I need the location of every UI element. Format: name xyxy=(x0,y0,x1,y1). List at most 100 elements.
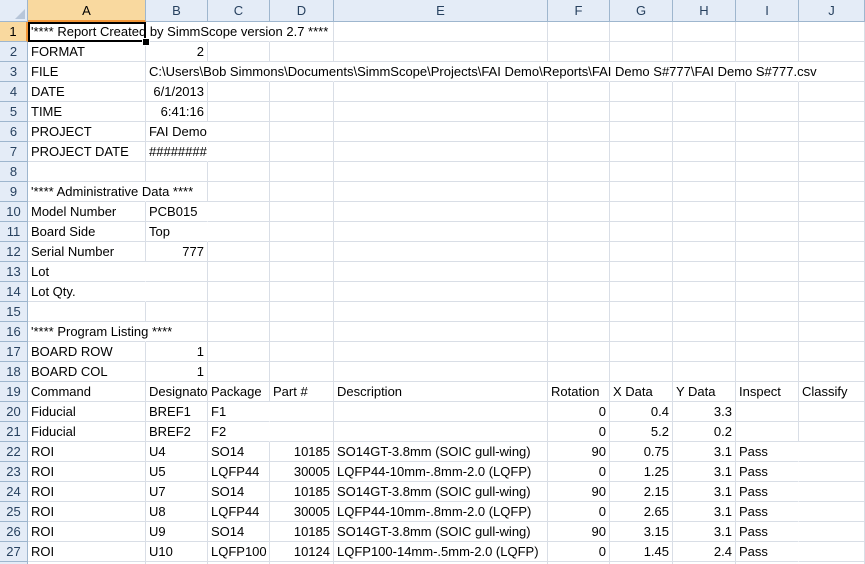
cell-c12[interactable] xyxy=(208,242,270,262)
cell-f11[interactable] xyxy=(548,222,610,242)
cell-e17[interactable] xyxy=(334,342,548,362)
row-header[interactable]: 25 xyxy=(0,502,28,522)
cell-c16[interactable] xyxy=(208,322,270,342)
cell-j24[interactable] xyxy=(799,482,865,502)
cell-c27[interactable]: LQFP100 xyxy=(208,542,270,562)
cell-e21[interactable] xyxy=(334,422,548,442)
cell-g23[interactable]: 1.25 xyxy=(610,462,673,482)
cell-b10[interactable]: PCB015 xyxy=(146,202,208,222)
cell-a6[interactable]: PROJECT xyxy=(28,122,146,142)
cell-j2[interactable] xyxy=(799,42,865,62)
cell-h11[interactable] xyxy=(673,222,736,242)
cell-g24[interactable]: 2.15 xyxy=(610,482,673,502)
row-header[interactable]: 27 xyxy=(0,542,28,562)
cell-e24[interactable]: SO14GT-3.8mm (SOIC gull-wing) xyxy=(334,482,548,502)
column-header-a[interactable]: A xyxy=(28,0,146,22)
cell-f6[interactable] xyxy=(548,122,610,142)
cell-e2[interactable] xyxy=(334,42,548,62)
row-header[interactable]: 18 xyxy=(0,362,28,382)
cell-d9[interactable] xyxy=(270,182,334,202)
cell-c13[interactable] xyxy=(208,262,270,282)
cell-h14[interactable] xyxy=(673,282,736,302)
cell-e15[interactable] xyxy=(334,302,548,322)
cell-h23[interactable]: 3.1 xyxy=(673,462,736,482)
cell-f5[interactable] xyxy=(548,102,610,122)
cell-h2[interactable] xyxy=(673,42,736,62)
cell-c14[interactable] xyxy=(208,282,270,302)
cell-g10[interactable] xyxy=(610,202,673,222)
column-header-i[interactable]: I xyxy=(736,0,799,22)
cell-a1[interactable]: '**** Report Created by SimmScope versio… xyxy=(28,22,328,42)
cell-a9[interactable]: '**** Administrative Data **** xyxy=(28,182,193,202)
cell-h19[interactable]: Y Data xyxy=(673,382,736,402)
cell-j18[interactable] xyxy=(799,362,865,382)
cell-b11[interactable]: Top xyxy=(146,222,208,242)
cell-i2[interactable] xyxy=(736,42,799,62)
cell-g27[interactable]: 1.45 xyxy=(610,542,673,562)
cell-i7[interactable] xyxy=(736,142,799,162)
cell-f4[interactable] xyxy=(548,82,610,102)
cell-f26[interactable]: 90 xyxy=(548,522,610,542)
cell-d18[interactable] xyxy=(270,362,334,382)
cell-c6[interactable] xyxy=(208,122,270,142)
cell-e9[interactable] xyxy=(334,182,548,202)
cell-d23[interactable]: 30005 xyxy=(270,462,334,482)
cell-h27[interactable]: 2.4 xyxy=(673,542,736,562)
cell-i18[interactable] xyxy=(736,362,799,382)
cell-b13[interactable] xyxy=(146,262,208,282)
cell-d11[interactable] xyxy=(270,222,334,242)
cell-f14[interactable] xyxy=(548,282,610,302)
cell-f25[interactable]: 0 xyxy=(548,502,610,522)
column-header-f[interactable]: F xyxy=(548,0,610,22)
column-header-h[interactable]: H xyxy=(673,0,736,22)
cell-b22[interactable]: U4 xyxy=(146,442,208,462)
row-header[interactable]: 5 xyxy=(0,102,28,122)
cell-a10[interactable]: Model Number xyxy=(28,202,146,222)
cell-h24[interactable]: 3.1 xyxy=(673,482,736,502)
row-header[interactable]: 12 xyxy=(0,242,28,262)
cell-b7[interactable]: ######## xyxy=(146,142,208,162)
cell-e6[interactable] xyxy=(334,122,548,142)
cell-f10[interactable] xyxy=(548,202,610,222)
row-header[interactable]: 17 xyxy=(0,342,28,362)
cell-b4[interactable]: 6/1/2013 xyxy=(146,82,208,102)
cell-a20[interactable]: Fiducial xyxy=(28,402,146,422)
cell-h4[interactable] xyxy=(673,82,736,102)
cell-h5[interactable] xyxy=(673,102,736,122)
cell-a19[interactable]: Command xyxy=(28,382,146,402)
cell-e10[interactable] xyxy=(334,202,548,222)
cell-e19[interactable]: Description xyxy=(334,382,548,402)
cell-j23[interactable] xyxy=(799,462,865,482)
cell-f17[interactable] xyxy=(548,342,610,362)
row-header[interactable]: 14 xyxy=(0,282,28,302)
cell-j8[interactable] xyxy=(799,162,865,182)
cell-a25[interactable]: ROI xyxy=(28,502,146,522)
cell-a26[interactable]: ROI xyxy=(28,522,146,542)
spreadsheet-grid[interactable]: ABCDEFGHIJ 1 '**** Report Created by Simm… xyxy=(0,0,865,564)
cell-b3[interactable]: C:\Users\Bob Simmons\Documents\SimmScope… xyxy=(146,62,817,82)
cell-e16[interactable] xyxy=(334,322,548,342)
cell-h16[interactable] xyxy=(673,322,736,342)
cell-j9[interactable] xyxy=(799,182,865,202)
cell-e20[interactable] xyxy=(334,402,548,422)
cell-a14[interactable]: Lot Qty. xyxy=(28,282,146,302)
cell-d14[interactable] xyxy=(270,282,334,302)
cell-b27[interactable]: U10 xyxy=(146,542,208,562)
cell-d27[interactable]: 10124 xyxy=(270,542,334,562)
cell-j10[interactable] xyxy=(799,202,865,222)
cell-i8[interactable] xyxy=(736,162,799,182)
cell-j22[interactable] xyxy=(799,442,865,462)
cell-i6[interactable] xyxy=(736,122,799,142)
cell-j5[interactable] xyxy=(799,102,865,122)
cell-h17[interactable] xyxy=(673,342,736,362)
cell-h7[interactable] xyxy=(673,142,736,162)
cell-j17[interactable] xyxy=(799,342,865,362)
cell-g17[interactable] xyxy=(610,342,673,362)
cell-d26[interactable]: 10185 xyxy=(270,522,334,542)
cell-c22[interactable]: SO14 xyxy=(208,442,270,462)
cell-g7[interactable] xyxy=(610,142,673,162)
cell-d13[interactable] xyxy=(270,262,334,282)
cell-d2[interactable] xyxy=(270,42,334,62)
cell-h8[interactable] xyxy=(673,162,736,182)
cell-i19[interactable]: Inspect xyxy=(736,382,799,402)
